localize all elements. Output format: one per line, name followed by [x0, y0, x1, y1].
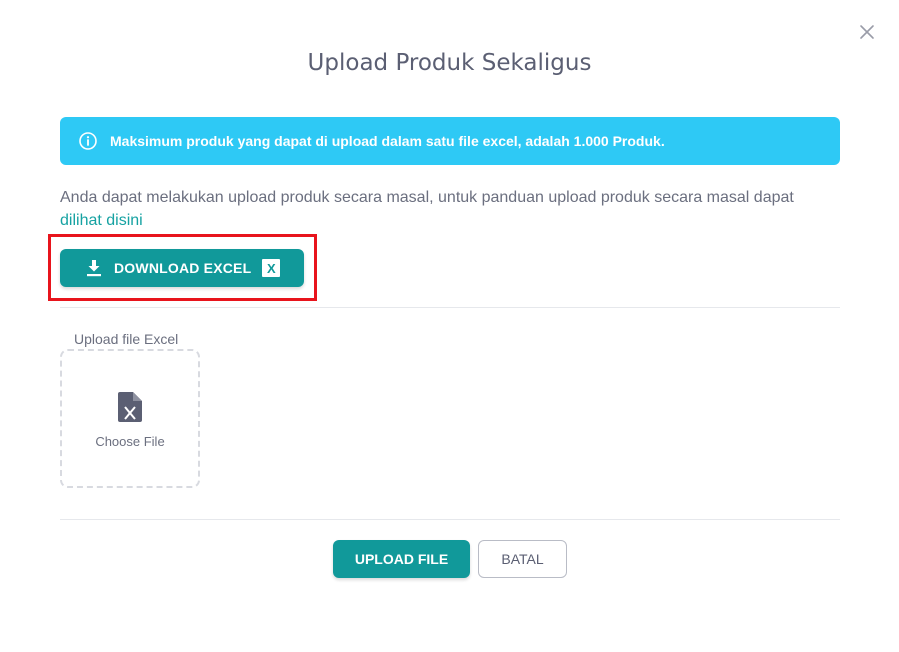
- description-text: Anda dapat melakukan upload produk secar…: [60, 186, 840, 232]
- close-icon: [860, 25, 874, 39]
- download-icon: [86, 259, 102, 277]
- info-icon: [78, 131, 98, 151]
- file-dropzone[interactable]: Choose File: [60, 349, 200, 488]
- alert-text: Maksimum produk yang dapat di upload dal…: [110, 133, 665, 149]
- divider-bottom: [60, 519, 840, 520]
- upload-label: Upload file Excel: [74, 331, 179, 347]
- upload-file-button[interactable]: UPLOAD FILE: [333, 540, 470, 578]
- close-button[interactable]: [857, 22, 877, 42]
- download-excel-button[interactable]: DOWNLOAD EXCEL X: [60, 249, 304, 287]
- choose-file-text: Choose File: [95, 434, 165, 449]
- description-body: Anda dapat melakukan upload produk secar…: [60, 189, 794, 206]
- guide-link[interactable]: dilihat disini: [60, 212, 143, 229]
- modal-title: Upload Produk Sekaligus: [307, 50, 592, 76]
- excel-badge-icon: X: [262, 259, 281, 277]
- info-alert: Maksimum produk yang dapat di upload dal…: [60, 117, 840, 165]
- download-label: DOWNLOAD EXCEL: [114, 260, 252, 276]
- upload-modal: Upload Produk Sekaligus Maksimum produk …: [0, 0, 899, 652]
- divider-top: [60, 307, 840, 308]
- excel-file-icon: [118, 392, 142, 422]
- cancel-button[interactable]: BATAL: [478, 540, 567, 578]
